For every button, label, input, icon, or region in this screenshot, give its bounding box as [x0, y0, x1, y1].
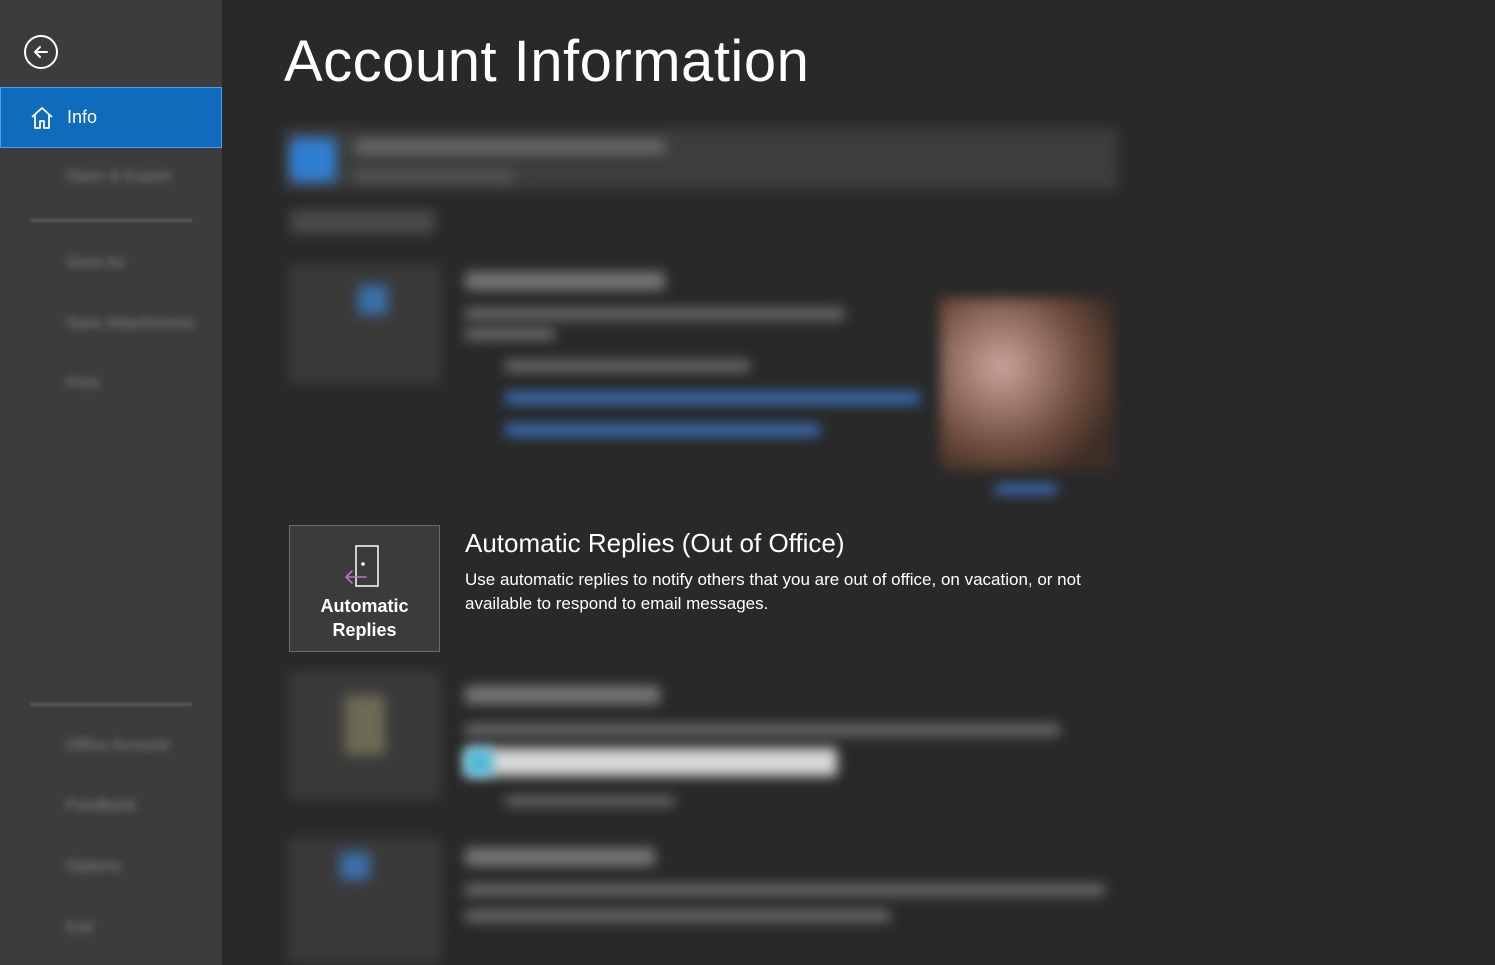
sidebar-item-print[interactable]: Print — [66, 375, 99, 393]
sidebar-item-open-export[interactable]: Open & Export — [66, 168, 171, 186]
account-settings-heading-obscured — [465, 272, 665, 290]
back-button[interactable] — [24, 35, 58, 69]
mailbox-quota-fill — [465, 748, 493, 776]
account-settings-icon — [358, 285, 388, 315]
account-type-obscured — [355, 170, 515, 182]
automatic-replies-label-line1: Automatic — [320, 596, 409, 616]
account-settings-tile[interactable] — [289, 265, 440, 383]
account-settings-text-obscured — [465, 328, 555, 340]
sidebar-item-office-account[interactable]: Office Account — [66, 737, 169, 755]
sidebar-item-feedback[interactable]: Feedback — [66, 797, 136, 815]
automatic-replies-button[interactable]: Automatic Replies — [289, 525, 440, 652]
door-arrow-icon — [340, 544, 390, 590]
page-title: Account Information — [284, 29, 810, 94]
add-account-button[interactable] — [290, 210, 435, 234]
automatic-replies-label-line2: Replies — [332, 620, 397, 640]
backstage-sidebar: Info Open & Export Save As Save Attachme… — [0, 0, 222, 965]
sidebar-item-info[interactable]: Info — [0, 87, 222, 148]
mailbox-quota-text-obscured — [505, 796, 675, 806]
sidebar-item-exit[interactable]: Exit — [66, 919, 93, 937]
mailbox-quota-bar — [465, 748, 837, 776]
account-settings-bullet-obscured — [505, 360, 750, 372]
automatic-replies-heading: Automatic Replies (Out of Office) — [465, 528, 845, 558]
rules-alerts-heading-obscured — [465, 848, 655, 866]
profile-photo[interactable] — [940, 298, 1114, 470]
sidebar-item-save-attachments[interactable]: Save Attachments — [66, 315, 195, 333]
mailbox-settings-text-obscured — [465, 724, 1060, 736]
mailbox-settings-icon — [345, 695, 385, 755]
account-settings-link[interactable] — [505, 392, 920, 404]
automatic-replies-label: Automatic Replies — [320, 594, 408, 642]
account-settings-text-obscured — [465, 308, 845, 320]
sidebar-divider — [30, 219, 192, 222]
account-settings-link[interactable] — [505, 424, 820, 436]
back-arrow-icon — [34, 46, 48, 58]
automatic-replies-description: Use automatic replies to notify others t… — [465, 570, 1081, 613]
rules-alerts-text-obscured — [465, 884, 1105, 896]
sidebar-divider — [30, 703, 192, 706]
sidebar-item-save-as[interactable]: Save As — [66, 254, 125, 272]
account-name-obscured — [355, 140, 665, 154]
mailbox-settings-heading-obscured — [465, 686, 660, 704]
rules-alerts-icon — [340, 852, 370, 880]
sidebar-item-options[interactable]: Options — [66, 858, 121, 876]
account-icon — [290, 138, 336, 182]
sidebar-item-label: Info — [67, 107, 98, 127]
change-photo-link[interactable] — [995, 484, 1057, 494]
home-icon — [31, 106, 53, 129]
rules-alerts-text-obscured — [465, 910, 890, 922]
